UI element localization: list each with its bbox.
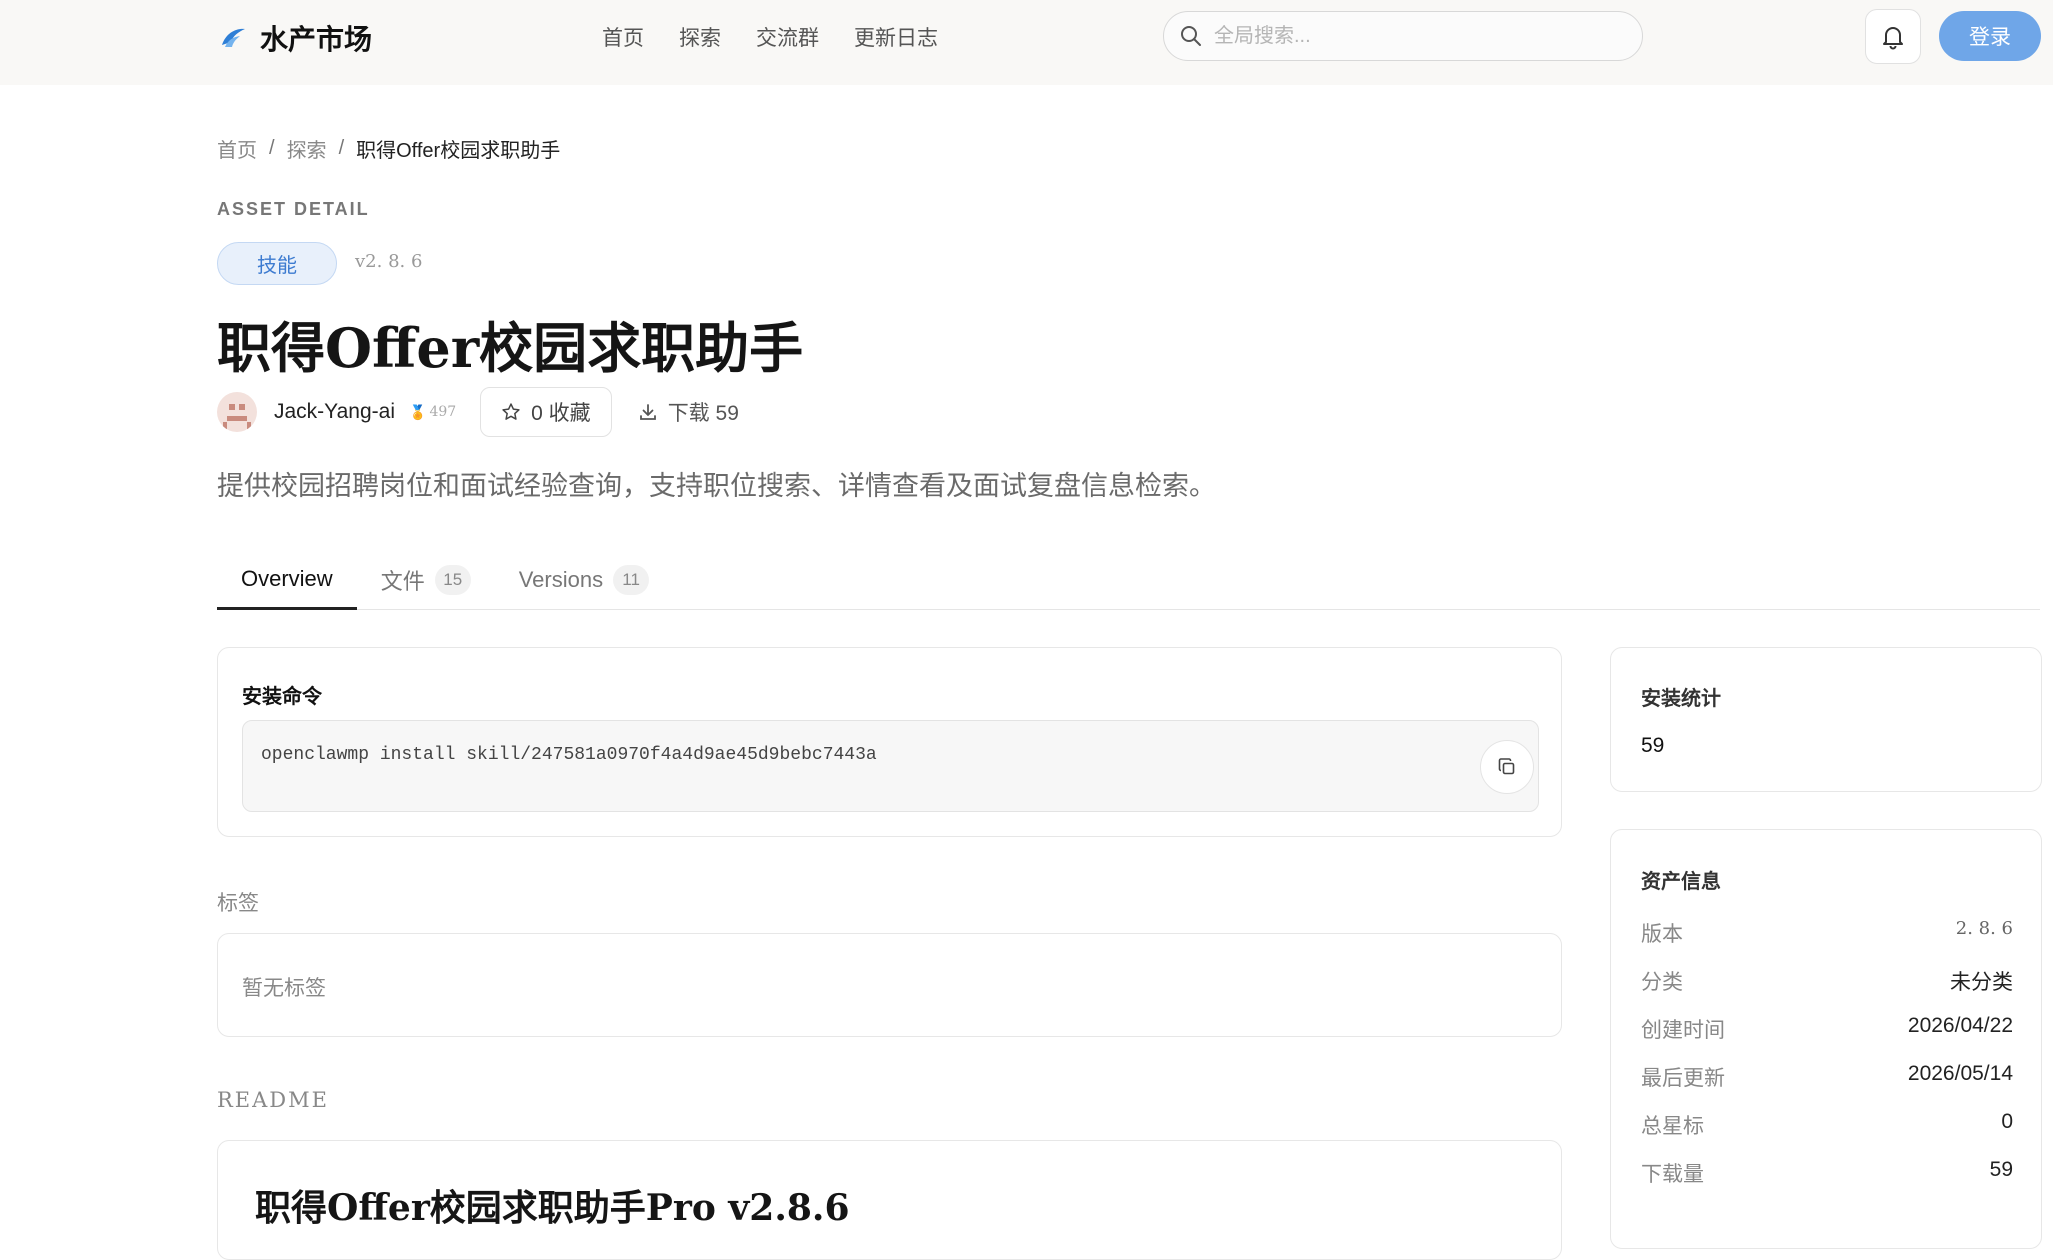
readme-label: README [217, 1088, 329, 1112]
notifications-button[interactable] [1865, 9, 1921, 64]
star-icon [502, 403, 520, 420]
search-icon [1181, 26, 1201, 46]
tab-bar: Overview 文件 15 Versions 11 [217, 550, 2040, 610]
info-title: 资产信息 [1641, 871, 1721, 893]
info-key: 分类 [1641, 971, 1683, 994]
nav-community[interactable]: 交流群 [756, 22, 819, 52]
asset-meta: Jack-Yang-ai 🏅 497 0 收藏 下载 59 [217, 387, 739, 437]
asset-eyebrow: ASSET DETAIL [217, 199, 370, 219]
tags-card: 暂无标签 [217, 933, 1562, 1037]
page-title: 职得Offer校园求职助手 [217, 316, 804, 380]
info-value: 59 [1989, 1158, 2013, 1181]
tab-overview[interactable]: Overview [217, 550, 357, 610]
info-value: 2026/05/14 [1907, 1062, 2013, 1085]
stats-title: 安装统计 [1641, 688, 1721, 710]
favorite-label: 0 收藏 [531, 402, 591, 425]
asset-info-card: 资产信息 版本 2. 8. 6 分类 未分类 创建时间 2026/04/22 最… [1610, 829, 2042, 1249]
asset-description: 提供校园招聘岗位和面试经验查询，支持职位搜索、详情查看及面试复盘信息检索。 [217, 471, 1216, 501]
info-key: 下载量 [1641, 1163, 1704, 1186]
install-command-box: openclawmp install skill/247581a0970f4a4… [242, 720, 1539, 812]
install-title: 安装命令 [242, 686, 322, 708]
info-key: 创建时间 [1641, 1019, 1725, 1042]
install-command[interactable]: openclawmp install skill/247581a0970f4a4… [261, 745, 877, 765]
tab-label: Versions [518, 567, 604, 592]
tab-versions[interactable]: Versions 11 [495, 550, 673, 610]
global-search[interactable] [1163, 11, 1643, 61]
version-label: v2. 8. 6 [355, 251, 423, 272]
login-button[interactable]: 登录 [1939, 11, 2041, 61]
stats-value: 59 [1641, 734, 1665, 757]
readme-heading: 职得Offer校园求职助手Pro v2.8.6 [255, 1187, 850, 1229]
tab-label: 文件 [380, 569, 425, 594]
breadcrumb-explore[interactable]: 探索 [287, 134, 327, 163]
breadcrumb-separator: / [338, 137, 345, 159]
breadcrumb-current: 职得Offer校园求职助手 [356, 140, 561, 162]
breadcrumb: 首页 / 探索 / 职得Offer校园求职助手 [217, 134, 560, 163]
copy-icon [1498, 758, 1515, 775]
info-row-created: 创建时间 2026/04/22 [1641, 1014, 2013, 1044]
tags-empty-text: 暂无标签 [242, 977, 326, 1000]
tags-label: 标签 [217, 892, 259, 915]
reputation-count: 497 [429, 404, 457, 420]
info-key: 总星标 [1641, 1115, 1704, 1138]
avatar[interactable] [217, 392, 257, 432]
info-row-version: 版本 2. 8. 6 [1641, 918, 2013, 948]
info-key: 最后更新 [1641, 1067, 1725, 1090]
download-count: 下载 59 [638, 397, 739, 427]
tab-files[interactable]: 文件 15 [357, 550, 495, 610]
breadcrumb-separator: / [269, 137, 275, 159]
nav-home[interactable]: 首页 [602, 22, 644, 52]
breadcrumb-home[interactable]: 首页 [217, 134, 257, 163]
main-nav: 首页 探索 交流群 更新日志 [602, 22, 938, 52]
favorite-button[interactable]: 0 收藏 [480, 387, 612, 437]
info-value: 0 [2001, 1110, 2013, 1133]
download-icon [639, 404, 656, 420]
info-row-updated: 最后更新 2026/05/14 [1641, 1062, 2013, 1092]
type-badge: 技能 [217, 242, 337, 285]
install-card: 安装命令 openclawmp install skill/247581a097… [217, 647, 1562, 837]
search-input[interactable] [1214, 24, 1614, 48]
install-stats-card: 安装统计 59 [1610, 647, 2042, 792]
info-value: 未分类 [1950, 971, 2013, 994]
copy-button[interactable] [1480, 740, 1534, 794]
info-value: 2. 8. 6 [1955, 918, 2013, 939]
info-row-downloads: 下载量 59 [1641, 1158, 2013, 1188]
download-label: 下载 59 [667, 402, 739, 425]
tab-count: 15 [434, 565, 471, 595]
nav-explore[interactable]: 探索 [679, 22, 721, 52]
bell-icon [1883, 26, 1903, 49]
info-row-category: 分类 未分类 [1641, 966, 2013, 996]
nav-changelog[interactable]: 更新日志 [854, 22, 938, 52]
author-name[interactable]: Jack-Yang-ai [274, 400, 395, 424]
top-bar: 水产市场 首页 探索 交流群 更新日志 登录 [0, 0, 2053, 85]
readme-card: 职得Offer校园求职助手Pro v2.8.6 [217, 1140, 1562, 1260]
medal-icon: 🏅 [409, 403, 427, 420]
brand-name: 水产市场 [260, 23, 373, 56]
brand[interactable]: 水产市场 [218, 18, 372, 58]
info-key: 版本 [1641, 923, 1683, 946]
info-row-stars: 总星标 0 [1641, 1110, 2013, 1140]
brand-logo-icon [222, 28, 245, 47]
tab-label: Overview [241, 565, 333, 591]
tab-count: 11 [613, 565, 650, 595]
info-value: 2026/04/22 [1907, 1014, 2013, 1037]
